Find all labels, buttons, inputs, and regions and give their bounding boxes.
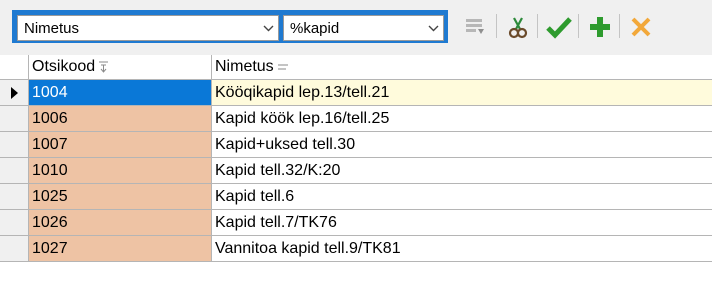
table-row[interactable]: 1004 Kööqikapid lep.13/tell.21 bbox=[0, 80, 712, 106]
table-row[interactable]: 1026 Kapid tell.7/TK76 bbox=[0, 210, 712, 236]
filter-value-select[interactable]: %kapid bbox=[283, 15, 444, 41]
table-row[interactable]: 1007 Kapid+uksed tell.30 bbox=[0, 132, 712, 158]
row-indicator bbox=[0, 132, 29, 157]
row-indicator bbox=[0, 158, 29, 183]
column-header-name[interactable]: Nimetus bbox=[212, 55, 712, 79]
table-row[interactable]: 1027 Vannitoa kapid tell.9/TK81 bbox=[0, 236, 712, 262]
current-row-arrow-icon bbox=[10, 86, 18, 99]
filter-lines-icon bbox=[277, 62, 289, 72]
grid-header: Otsikood Nimetus bbox=[0, 55, 712, 80]
search-field-value: Nimetus bbox=[24, 19, 80, 37]
name-cell[interactable]: Kööqikapid lep.13/tell.21 bbox=[212, 80, 712, 105]
row-indicator bbox=[0, 210, 29, 235]
code-cell[interactable]: 1025 bbox=[29, 184, 212, 209]
table-row[interactable]: 1006 Kapid köök lep.16/tell.25 bbox=[0, 106, 712, 132]
toolbar-separator bbox=[578, 14, 579, 38]
search-field-select[interactable]: Nimetus bbox=[17, 15, 279, 41]
code-cell[interactable]: 1004 bbox=[29, 80, 212, 105]
toolbar-separator bbox=[619, 14, 620, 38]
filter-value-text: %kapid bbox=[290, 19, 340, 37]
table-row[interactable]: 1010 Kapid tell.32/K:20 bbox=[0, 158, 712, 184]
checkmark-icon[interactable] bbox=[545, 13, 573, 41]
data-grid: Otsikood Nimetus 1004 Kööqikapid lep.13/… bbox=[0, 55, 712, 304]
column-header-code[interactable]: Otsikood bbox=[29, 55, 212, 79]
row-indicator bbox=[0, 184, 29, 209]
grid-view-icon[interactable] bbox=[461, 13, 489, 41]
name-cell[interactable]: Vannitoa kapid tell.9/TK81 bbox=[212, 236, 712, 261]
name-cell[interactable]: Kapid tell.7/TK76 bbox=[212, 210, 712, 235]
row-indicator bbox=[0, 236, 29, 261]
chevron-down-icon[interactable] bbox=[258, 25, 278, 32]
toolbar-separator bbox=[537, 14, 538, 38]
column-header-label: Otsikood bbox=[32, 58, 96, 75]
row-indicator bbox=[0, 80, 29, 105]
code-cell[interactable]: 1007 bbox=[29, 132, 212, 157]
name-cell[interactable]: Kapid tell.32/K:20 bbox=[212, 158, 712, 183]
chevron-down-icon[interactable] bbox=[423, 25, 443, 32]
grid-rows: 1004 Kööqikapid lep.13/tell.21 1006 Kapi… bbox=[0, 80, 712, 262]
column-header-label: Nimetus bbox=[215, 58, 274, 75]
toolbar: Nimetus %kapid bbox=[0, 0, 712, 52]
plus-icon[interactable] bbox=[586, 13, 614, 41]
code-cell[interactable]: 1010 bbox=[29, 158, 212, 183]
table-row[interactable]: 1025 Kapid tell.6 bbox=[0, 184, 712, 210]
filter-bar: Nimetus %kapid bbox=[12, 10, 448, 43]
row-indicator-header bbox=[0, 55, 29, 79]
cancel-icon[interactable] bbox=[627, 13, 655, 41]
cut-icon[interactable] bbox=[504, 13, 532, 41]
row-indicator bbox=[0, 106, 29, 131]
name-cell[interactable]: Kapid köök lep.16/tell.25 bbox=[212, 106, 712, 131]
name-cell[interactable]: Kapid tell.6 bbox=[212, 184, 712, 209]
sort-indicator-icon bbox=[98, 61, 109, 73]
name-cell[interactable]: Kapid+uksed tell.30 bbox=[212, 132, 712, 157]
code-cell[interactable]: 1026 bbox=[29, 210, 212, 235]
code-cell[interactable]: 1027 bbox=[29, 236, 212, 261]
toolbar-separator bbox=[496, 14, 497, 38]
code-cell[interactable]: 1006 bbox=[29, 106, 212, 131]
